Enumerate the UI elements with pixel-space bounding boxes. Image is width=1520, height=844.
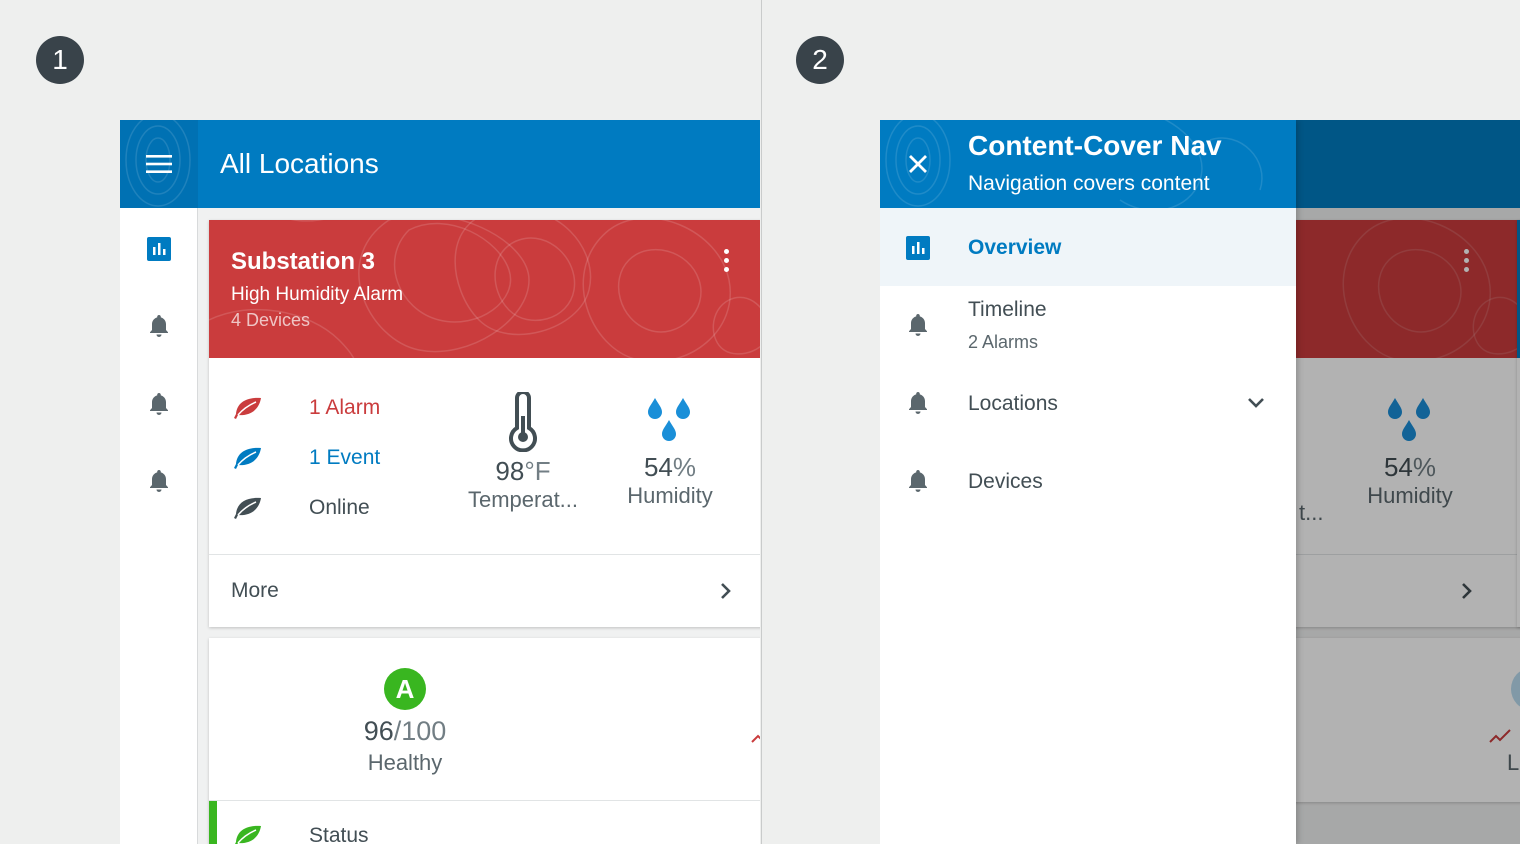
thermometer-icon bbox=[509, 392, 537, 452]
card-divider bbox=[209, 800, 760, 801]
panel-divider bbox=[761, 0, 762, 844]
humidity-drops-icon bbox=[648, 398, 690, 441]
step-badge-1: 1 bbox=[36, 36, 84, 84]
status-event: 1 Event bbox=[233, 446, 380, 470]
temperature-value: 98 bbox=[495, 456, 525, 486]
panel-2-app: t... 54% Humidity L Content-Cover Nav Na… bbox=[880, 120, 1520, 844]
leaf-icon bbox=[234, 447, 261, 469]
overview-chart-icon bbox=[906, 236, 930, 260]
nav-item-devices[interactable]: Devices bbox=[880, 442, 1296, 520]
rail-item-devices[interactable] bbox=[146, 468, 172, 494]
device-count: 4 Devices bbox=[231, 310, 311, 330]
health-score: 96/100 bbox=[305, 716, 505, 747]
rail-item-overview[interactable] bbox=[146, 236, 172, 262]
page-title: All Locations bbox=[220, 148, 379, 179]
chevron-down-icon[interactable] bbox=[1246, 396, 1266, 410]
nav-item-label: Overview bbox=[968, 236, 1062, 259]
card-subtitle: High Humidity Alarm bbox=[231, 284, 404, 305]
overview-chart-icon bbox=[147, 237, 171, 261]
temperature-label: Temperat... bbox=[467, 487, 579, 512]
panel-1-app: All Locations Substation 3 High Humidity… bbox=[120, 120, 760, 844]
close-icon[interactable] bbox=[906, 152, 930, 176]
nav-item-timeline[interactable]: Timeline 2 Alarms bbox=[880, 286, 1296, 364]
location-card[interactable]: Substation 3 High Humidity Alarm 4 Devic… bbox=[209, 220, 760, 627]
event-count: 1 Event bbox=[309, 446, 381, 469]
score-card[interactable]: A 96/100 Healthy Status bbox=[209, 638, 760, 844]
navigation-drawer: Content-Cover Nav Navigation covers cont… bbox=[880, 120, 1296, 844]
more-label: More bbox=[231, 579, 279, 602]
status-accent-bar bbox=[209, 801, 217, 844]
humidity-unit: % bbox=[672, 452, 697, 482]
leaf-icon bbox=[234, 497, 261, 519]
nav-item-locations[interactable]: Locations bbox=[880, 364, 1296, 442]
bell-icon bbox=[150, 315, 168, 337]
leaf-icon bbox=[235, 825, 261, 844]
drawer-subtitle: Navigation covers content bbox=[968, 172, 1210, 195]
bell-icon bbox=[909, 392, 927, 414]
more-link[interactable]: More bbox=[209, 554, 760, 627]
card-header: Substation 3 High Humidity Alarm 4 Devic… bbox=[209, 220, 760, 358]
humidity-label: Humidity bbox=[627, 483, 713, 508]
status-online: Online bbox=[233, 496, 370, 520]
alarm-count: 1 Alarm bbox=[309, 396, 381, 419]
score-value: 96 bbox=[363, 716, 394, 746]
bell-icon bbox=[909, 314, 927, 336]
rail-item-timeline[interactable] bbox=[146, 313, 172, 339]
rail-item-locations[interactable] bbox=[146, 391, 172, 417]
bell-icon bbox=[150, 470, 168, 492]
card-title: Substation 3 bbox=[231, 248, 376, 275]
bell-icon bbox=[150, 393, 168, 415]
nav-item-label: Timeline bbox=[968, 298, 1047, 321]
chevron-right-icon bbox=[721, 583, 731, 599]
more-options-icon[interactable] bbox=[721, 248, 731, 274]
rail-header bbox=[120, 120, 198, 208]
bell-icon bbox=[909, 470, 927, 492]
status-label: Status bbox=[309, 824, 369, 844]
score-max: /100 bbox=[393, 716, 447, 746]
app-bar: All Locations bbox=[120, 120, 760, 208]
nav-item-subtitle: 2 Alarms bbox=[968, 332, 1039, 352]
temperature-unit: °F bbox=[524, 456, 551, 486]
hamburger-menu-icon[interactable] bbox=[146, 154, 172, 174]
drawer-header: Content-Cover Nav Navigation covers cont… bbox=[880, 120, 1296, 208]
drawer-title: Content-Cover Nav bbox=[968, 130, 1222, 161]
grade-badge: A bbox=[384, 668, 426, 710]
nav-rail bbox=[120, 208, 198, 844]
online-status: Online bbox=[309, 496, 370, 519]
nav-item-label: Locations bbox=[968, 392, 1058, 415]
status-alarm: 1 Alarm bbox=[233, 396, 380, 420]
health-label: Healthy bbox=[367, 750, 443, 775]
humidity-value: 54 bbox=[643, 452, 673, 482]
nav-item-overview[interactable]: Overview bbox=[880, 208, 1296, 286]
trend-up-icon bbox=[751, 734, 760, 743]
humidity-metric: 54% Humidity bbox=[607, 396, 733, 509]
step-badge-2: 2 bbox=[796, 36, 844, 84]
temperature-metric: 98°F Temperat... bbox=[455, 392, 591, 513]
nav-item-label: Devices bbox=[968, 470, 1043, 493]
leaf-icon bbox=[234, 397, 261, 419]
grade-letter: A bbox=[395, 673, 415, 704]
